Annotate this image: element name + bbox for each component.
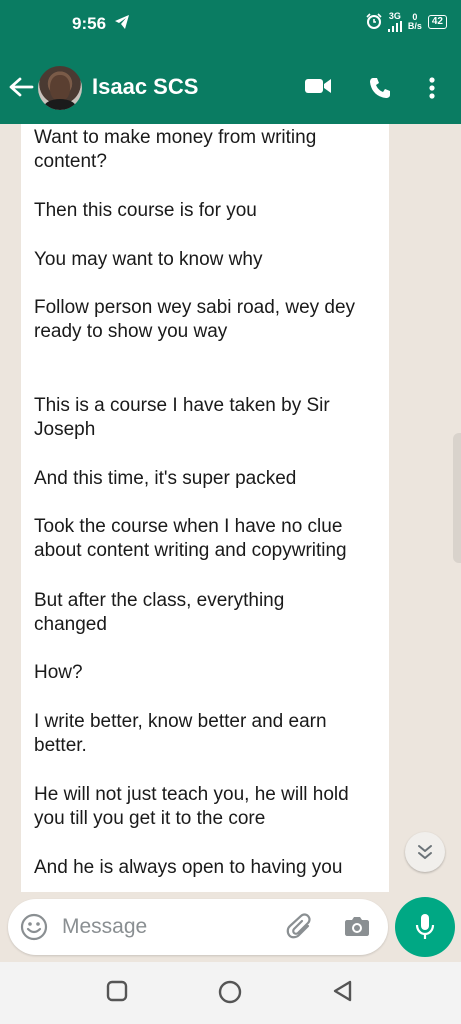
message-line: Then this course is for you <box>34 200 257 221</box>
signal-icon <box>387 21 402 32</box>
scrollbar-handle[interactable] <box>453 433 461 563</box>
back-nav-icon[interactable] <box>332 980 354 1007</box>
message-line: Want to make money from writing content? <box>34 127 317 172</box>
message-line: But after the class, everything changed <box>34 590 285 635</box>
network-indicator: 3G <box>387 11 402 32</box>
chat-header: Isaac SCS <box>0 52 461 124</box>
message-line: Took the course when I have no clue abou… <box>34 516 347 561</box>
scroll-to-bottom-button[interactable] <box>405 832 445 872</box>
network-type: 3G <box>388 11 401 21</box>
status-icons: 3G 0 B/s 42 <box>366 12 447 32</box>
message-line: And he is always open to having you <box>34 857 343 878</box>
home-icon[interactable] <box>218 980 242 1009</box>
microphone-icon <box>415 914 435 939</box>
status-time: 9:56 <box>72 14 107 33</box>
message-input[interactable]: Message <box>62 915 147 939</box>
back-arrow-icon[interactable] <box>8 76 34 103</box>
battery-icon: 42 <box>427 15 447 29</box>
message-line: How? <box>34 662 83 683</box>
data-rate: 0 B/s <box>408 13 422 31</box>
message-line: Follow person wey sabi road, wey dey rea… <box>34 297 356 342</box>
message-line: He will not just teach you, he will hold… <box>34 784 349 829</box>
contact-name[interactable]: Isaac SCS <box>92 74 198 100</box>
more-options-icon[interactable] <box>428 76 436 105</box>
system-nav-bar <box>0 962 461 1024</box>
attach-icon[interactable] <box>286 913 314 946</box>
camera-icon[interactable] <box>344 914 370 943</box>
message-line: I write better, know better and earn bet… <box>34 711 327 756</box>
battery-level: 42 <box>431 16 443 27</box>
telegram-icon <box>114 14 130 35</box>
double-chevron-down-icon <box>418 845 432 859</box>
message-line: You may want to know why <box>34 249 263 270</box>
alarm-icon <box>366 12 382 32</box>
message-line: This is a course I have taken by Sir Jos… <box>34 395 330 440</box>
message-composer: Message <box>8 899 388 955</box>
voice-call-icon[interactable] <box>368 76 392 105</box>
voice-message-button[interactable] <box>395 897 455 957</box>
message-bubble[interactable]: Want to make money from writing content?… <box>21 124 389 892</box>
recent-apps-icon[interactable] <box>106 980 128 1007</box>
data-rate-unit: B/s <box>407 21 422 31</box>
message-line: And this time, it's super packed <box>34 468 297 489</box>
emoji-icon[interactable] <box>20 913 48 946</box>
status-bar: 9:56 3G 0 B/s 42 <box>0 0 461 52</box>
avatar[interactable] <box>38 66 82 110</box>
video-call-icon[interactable] <box>304 76 332 101</box>
